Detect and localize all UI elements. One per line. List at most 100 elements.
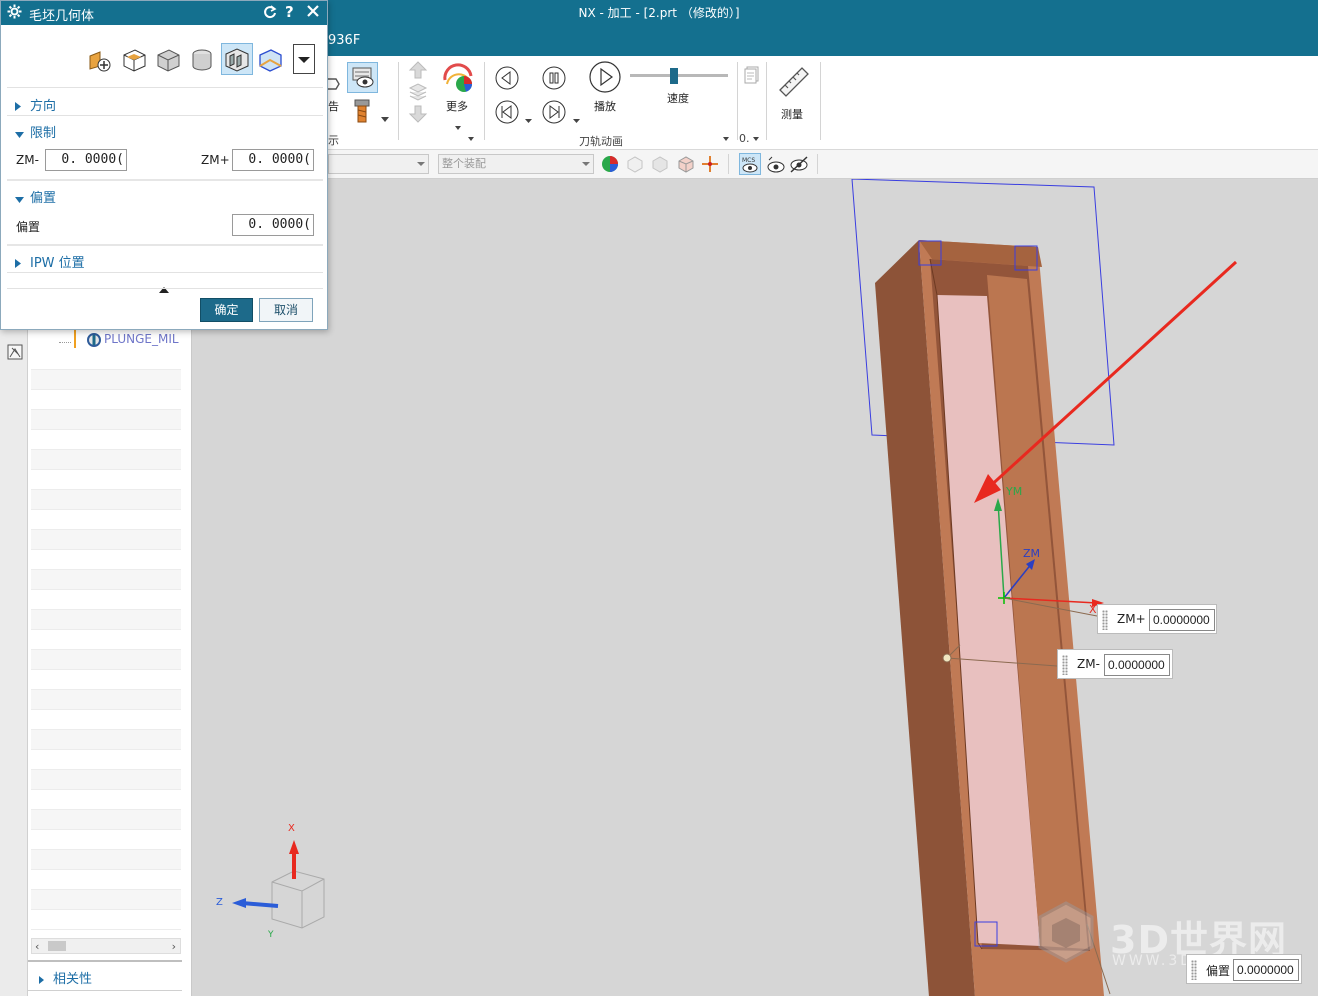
list-item[interactable] — [31, 570, 181, 590]
section-offset[interactable]: 偏置 — [7, 184, 323, 208]
graphics-viewport[interactable]: YM ZM X X Z Y 3D世界网 WWW.3D ZM+ 0.0000000… — [192, 179, 1318, 996]
speed-slider-thumb[interactable] — [670, 68, 678, 84]
list-item[interactable] — [31, 730, 181, 750]
expand-relevance-icon[interactable] — [38, 970, 46, 989]
section-direction[interactable]: 方向 — [7, 92, 323, 116]
list-item[interactable] — [31, 490, 181, 510]
gear-icon[interactable] — [7, 4, 22, 23]
list-item[interactable] — [31, 510, 181, 530]
list-item[interactable] — [31, 870, 181, 890]
zm-plus-handle[interactable]: ZM+ 0.0000000 — [1097, 604, 1217, 634]
list-item[interactable] — [31, 670, 181, 690]
layers-icon[interactable] — [408, 82, 428, 106]
rewind-dropdown-icon[interactable] — [525, 109, 532, 128]
list-item[interactable] — [31, 550, 181, 570]
part-offset-type-icon[interactable] — [87, 47, 113, 77]
section-ipw-position[interactable]: IPW 位置 — [7, 249, 323, 273]
list-item[interactable] — [31, 350, 181, 370]
list-item[interactable] — [31, 590, 181, 610]
scroll-left-icon[interactable]: ‹ — [35, 940, 39, 953]
offset-handle[interactable]: 偏置 0.0000000 — [1186, 954, 1302, 984]
play-icon[interactable] — [588, 60, 622, 98]
plunge-mill-icon[interactable] — [86, 332, 102, 352]
list-item[interactable] — [31, 530, 181, 550]
zm-plus-handle-input[interactable]: 0.0000000 — [1149, 609, 1215, 631]
assembly-scope-combo[interactable]: 整个装配 — [438, 154, 594, 174]
measure-button[interactable]: 测量 — [781, 106, 803, 122]
list-item[interactable] — [31, 470, 181, 490]
part-convex-hull-type-button[interactable] — [221, 43, 253, 75]
ipw-type-icon[interactable] — [257, 47, 283, 77]
snap-point-icon[interactable] — [701, 155, 719, 177]
list-item[interactable] — [31, 890, 181, 910]
block-type-icon[interactable] — [155, 47, 181, 77]
color-filter-icon[interactable] — [601, 155, 619, 177]
drag-grip-icon[interactable] — [1062, 655, 1068, 675]
list-item[interactable] — [31, 830, 181, 850]
select-component-icon[interactable] — [677, 155, 695, 177]
mcs-display-button[interactable]: MCS — [739, 153, 761, 175]
help-icon[interactable]: ? — [285, 3, 294, 21]
drag-handle-point[interactable] — [942, 653, 952, 663]
list-item[interactable] — [31, 390, 181, 410]
tool-dropdown-icon[interactable] — [381, 108, 389, 127]
select-cube-icon[interactable] — [626, 155, 644, 177]
list-item[interactable] — [31, 770, 181, 790]
relevance-section[interactable]: 相关性 — [53, 968, 92, 987]
ruler-icon[interactable] — [776, 64, 810, 102]
scrollbar-thumb[interactable] — [48, 941, 66, 951]
forward-icon[interactable] — [541, 99, 567, 129]
list-item[interactable] — [31, 910, 181, 930]
more-dropdown-icon[interactable] — [455, 116, 461, 135]
drag-grip-icon[interactable] — [1102, 610, 1108, 630]
offset-input[interactable]: 0. 0000( — [232, 214, 314, 236]
list-item[interactable] — [31, 370, 181, 390]
ok-button[interactable]: 确定 — [200, 298, 253, 322]
bounding-block-type-icon[interactable] — [121, 47, 147, 77]
list-item[interactable] — [31, 690, 181, 710]
type-dropdown-button[interactable] — [293, 44, 315, 74]
list-item[interactable] — [31, 650, 181, 670]
offset-handle-input[interactable]: 0.0000000 — [1233, 959, 1299, 981]
list-item[interactable] — [31, 610, 181, 630]
group-dropdown-icon[interactable] — [468, 132, 474, 145]
animation-group-dropdown-icon[interactable] — [723, 132, 729, 145]
operation-name[interactable]: PLUNGE_MIL — [104, 332, 179, 346]
close-icon[interactable] — [306, 4, 320, 22]
list-item[interactable] — [31, 750, 181, 770]
scroll-right-icon[interactable]: › — [172, 940, 176, 953]
more-icon[interactable] — [441, 62, 475, 94]
zm-minus-handle-input[interactable]: 0.0000000 — [1104, 654, 1170, 676]
machine-tool-icon[interactable] — [7, 344, 23, 364]
hide-icon[interactable] — [789, 155, 809, 177]
cancel-button[interactable]: 取消 — [259, 298, 313, 322]
step-back-icon[interactable] — [494, 65, 520, 95]
show-icon[interactable] — [766, 156, 786, 178]
section-limits[interactable]: 限制 — [7, 119, 323, 143]
rewind-icon[interactable] — [494, 99, 520, 129]
list-item[interactable] — [31, 450, 181, 470]
drag-grip-icon[interactable] — [1191, 960, 1197, 980]
overflow-dropdown-icon[interactable] — [753, 132, 759, 145]
zm-minus-handle[interactable]: ZM- 0.0000000 — [1057, 649, 1173, 679]
cylinder-type-icon[interactable] — [189, 47, 215, 77]
play-button[interactable]: 播放 — [594, 98, 616, 114]
horizontal-scrollbar[interactable]: ‹ › — [31, 938, 181, 954]
select-body-icon[interactable] — [651, 155, 669, 177]
document-icon[interactable] — [744, 66, 760, 88]
move-down-icon[interactable] — [408, 104, 428, 128]
list-item[interactable] — [31, 410, 181, 430]
list-item[interactable] — [31, 630, 181, 650]
zm-minus-input[interactable]: 0. 0000( — [45, 149, 127, 171]
pause-icon[interactable] — [541, 65, 567, 95]
list-item[interactable] — [31, 790, 181, 810]
toolpath-display-button[interactable] — [347, 62, 378, 93]
model-scene[interactable] — [192, 179, 1318, 996]
speed-slider-track[interactable] — [630, 74, 728, 77]
more-button[interactable]: 更多 — [446, 98, 468, 114]
list-item[interactable] — [31, 810, 181, 830]
list-item[interactable] — [31, 430, 181, 450]
list-item[interactable] — [31, 850, 181, 870]
type-filter-combo[interactable] — [328, 154, 429, 174]
list-item[interactable] — [31, 710, 181, 730]
